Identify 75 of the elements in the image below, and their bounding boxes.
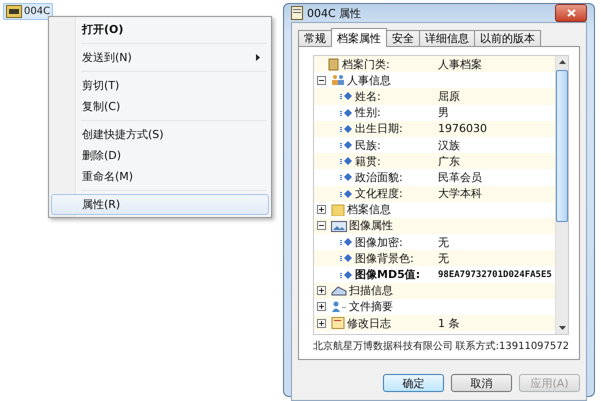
bullet-icon (340, 237, 353, 248)
file-item[interactable]: 004C (3, 3, 54, 20)
field-value: 人事档案 (438, 56, 482, 72)
expand-icon[interactable] (317, 302, 326, 312)
tab[interactable]: 常规 (298, 30, 332, 47)
field-value: 汉族 (438, 138, 460, 153)
field-value: 广东 (438, 154, 460, 169)
close-button[interactable] (555, 4, 587, 22)
tab[interactable]: 详细信息 (419, 30, 475, 47)
group-label[interactable]: 文件摘要 (349, 299, 393, 314)
field-label: 性别: (355, 105, 381, 120)
field-value: 98EA79732701D024FA5E5 (438, 270, 552, 280)
field-label: 姓名: (355, 88, 381, 104)
contact-info: 联系方式:13911097572 (456, 340, 569, 353)
company-name: 北京航星万博数据科技有限公司 (313, 340, 453, 353)
image-icon (331, 220, 347, 232)
scrollbar[interactable] (555, 56, 568, 334)
field-label: 图像MD5值: (355, 267, 420, 282)
field-value: 屈原 (438, 88, 460, 104)
window-title: 004C 属性 (307, 6, 362, 20)
group-label[interactable]: 扫描信息 (349, 283, 393, 298)
bullet-icon (340, 172, 353, 182)
people-icon (331, 74, 345, 86)
tab[interactable]: 以前的版本 (474, 30, 541, 47)
expand-icon[interactable] (317, 205, 326, 214)
bullet-icon (340, 108, 353, 118)
field-value: 无 (438, 250, 449, 266)
menu-item[interactable]: 打开(O) (51, 19, 269, 40)
group-label[interactable]: 修改日志 (347, 316, 391, 331)
bullet-icon (340, 124, 353, 134)
collapse-icon[interactable] (317, 76, 326, 85)
menu-item[interactable]: 复制(C) (51, 96, 269, 117)
tab[interactable]: 档案属性 (331, 28, 387, 47)
menu-item[interactable]: 发送到(N) (51, 47, 269, 68)
field-value: 无 (438, 234, 449, 250)
file-icon (6, 5, 22, 18)
menu-item[interactable]: 重命名(M) (51, 166, 269, 187)
field-value: 大学本科 (438, 186, 482, 202)
person-icon (331, 300, 347, 313)
field-label: 政治面貌: (355, 170, 403, 185)
bullet-icon (340, 91, 353, 102)
folder-icon (328, 58, 340, 71)
field-value: 1976030 (438, 122, 487, 136)
group-label[interactable]: 人事信息 (347, 72, 391, 88)
bullet-icon (340, 270, 353, 280)
field-label: 籍贯: (355, 154, 381, 169)
bullet-icon (340, 156, 353, 166)
menu-item[interactable]: 剪切(T) (51, 75, 269, 96)
bullet-icon (340, 188, 353, 199)
dialog-button[interactable]: 确定 (383, 374, 444, 392)
group-label[interactable]: 档案信息 (347, 202, 391, 218)
field-value: 民革会员 (438, 170, 482, 185)
bullet-icon (340, 140, 353, 150)
field-label: 出生日期: (355, 121, 403, 136)
field-value: 男 (438, 105, 449, 120)
scroll-down-icon[interactable] (558, 326, 566, 330)
close-icon (566, 9, 576, 17)
field-label: 图像加密: (355, 234, 403, 250)
expand-icon[interactable] (317, 318, 326, 328)
field-label: 档案门类: (342, 56, 390, 72)
field-label: 图像背景色: (355, 250, 414, 266)
scroll-up-icon[interactable] (558, 60, 566, 64)
menu-item[interactable]: 属性(R) (51, 194, 269, 215)
field-label: 民族: (355, 138, 381, 153)
field-label: 文化程度: (355, 186, 403, 202)
field-value: 1 条 (438, 316, 460, 331)
menu-item[interactable]: 删除(D) (51, 145, 269, 166)
bullet-icon (340, 253, 353, 264)
expand-icon[interactable] (317, 286, 326, 296)
document-icon (291, 6, 303, 20)
group-label[interactable]: 图像属性 (349, 218, 393, 234)
tab[interactable]: 安全 (386, 30, 420, 47)
dialog-button[interactable]: 取消 (451, 374, 512, 392)
menu-item[interactable]: 创建快捷方式(S) (51, 124, 269, 145)
collapse-icon[interactable] (317, 221, 326, 230)
